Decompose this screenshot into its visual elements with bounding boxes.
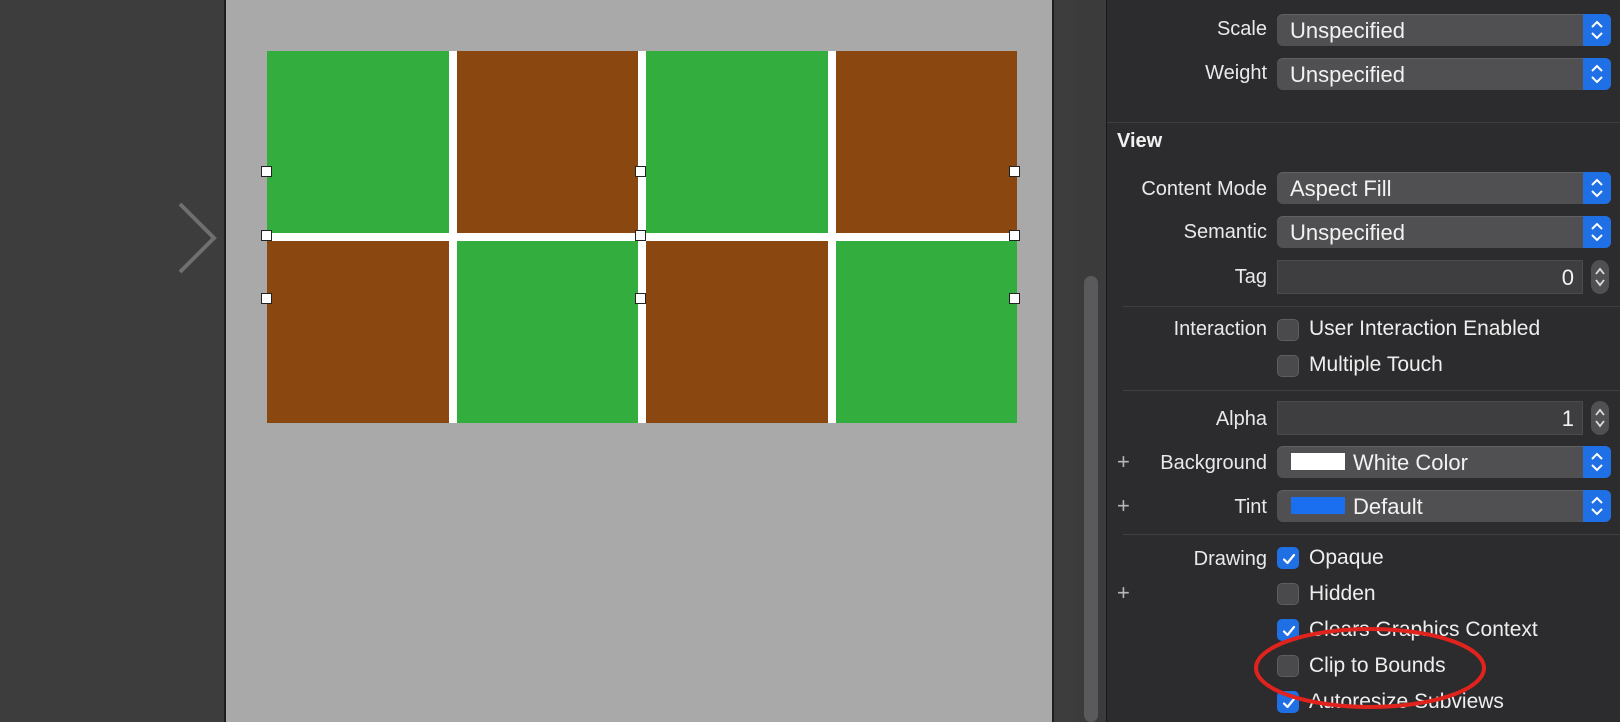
resize-handle[interactable] [261, 166, 272, 177]
section-divider [1123, 306, 1620, 307]
hidden-add-variation-button[interactable]: + [1117, 580, 1130, 606]
section-divider [1107, 122, 1620, 123]
scale-value: Unspecified [1290, 18, 1405, 43]
alpha-stepper[interactable] [1591, 401, 1609, 435]
autoresize-subviews-checkbox[interactable] [1277, 691, 1299, 713]
section-divider [1123, 534, 1620, 535]
resize-handle[interactable] [1009, 230, 1020, 241]
content-mode-value: Aspect Fill [1290, 176, 1392, 201]
user-interaction-label: User Interaction Enabled [1309, 317, 1541, 340]
resize-handle[interactable] [635, 166, 646, 177]
alpha-value: 1 [1561, 406, 1574, 431]
multiple-touch-checkbox[interactable] [1277, 355, 1299, 377]
stepper-arrows-icon [1595, 267, 1605, 287]
tint-color-swatch [1291, 497, 1345, 514]
semantic-label: Semantic [1183, 221, 1267, 243]
chevron-up-down-icon [1583, 446, 1611, 478]
user-interaction-checkbox[interactable] [1277, 319, 1299, 341]
scale-label: Scale [1216, 18, 1267, 40]
opaque-label: Opaque [1309, 546, 1384, 569]
clears-graphics-context-label: Clears Graphics Context [1309, 618, 1538, 641]
initial-view-controller-arrow-icon [20, 202, 217, 274]
autoresize-subviews-label: Autoresize Subviews [1309, 690, 1504, 713]
content-mode-popup[interactable]: Aspect Fill [1277, 172, 1611, 204]
tint-label: Tint [1234, 496, 1267, 518]
chevron-up-down-icon [1583, 490, 1611, 522]
resize-handle[interactable] [261, 293, 272, 304]
tag-field[interactable]: 0 [1277, 260, 1583, 294]
tag-label: Tag [1234, 266, 1267, 288]
tile-green [646, 51, 828, 233]
stepper-arrows-icon [1595, 408, 1605, 428]
alpha-field[interactable]: 1 [1277, 401, 1583, 435]
resize-handle[interactable] [635, 293, 646, 304]
tint-color-popup[interactable]: Default [1277, 490, 1611, 522]
scrollbar-thumb[interactable] [1084, 276, 1098, 722]
opaque-checkbox[interactable] [1277, 547, 1299, 569]
hidden-label: Hidden [1309, 582, 1376, 605]
multiple-touch-label: Multiple Touch [1309, 353, 1443, 376]
tile-green [456, 241, 638, 423]
resize-handle[interactable] [1009, 166, 1020, 177]
resize-handle[interactable] [1009, 293, 1020, 304]
tint-color-value: Default [1353, 494, 1423, 519]
resize-handle[interactable] [261, 230, 272, 241]
checkmark-icon [1282, 553, 1296, 565]
checkmark-icon [1282, 697, 1296, 709]
semantic-popup[interactable]: Unspecified [1277, 216, 1611, 248]
alpha-label: Alpha [1215, 408, 1267, 430]
resize-handle[interactable] [635, 230, 646, 241]
background-label: Background [1160, 452, 1267, 474]
chevron-up-down-icon [1583, 58, 1611, 90]
weight-popup[interactable]: Unspecified [1277, 58, 1611, 90]
background-color-swatch [1291, 453, 1345, 470]
drawing-label: Drawing [1193, 548, 1267, 570]
scale-popup[interactable]: Unspecified [1277, 14, 1611, 46]
clip-to-bounds-label: Clip to Bounds [1309, 654, 1446, 677]
section-divider [1123, 390, 1620, 391]
weight-label: Weight [1205, 62, 1267, 84]
storyboard-canvas[interactable] [0, 0, 1106, 722]
semantic-value: Unspecified [1290, 220, 1405, 245]
hidden-checkbox[interactable] [1277, 583, 1299, 605]
content-mode-label: Content Mode [1141, 178, 1267, 200]
tile-grid-view[interactable] [261, 51, 1020, 423]
interaction-label: Interaction [1173, 318, 1267, 340]
tag-stepper[interactable] [1591, 260, 1609, 294]
tile-brown [835, 51, 1017, 233]
tag-value: 0 [1561, 265, 1574, 290]
view-section-title: View [1117, 130, 1163, 152]
chevron-up-down-icon [1583, 216, 1611, 248]
background-color-value: White Color [1353, 450, 1468, 475]
tile-green [835, 241, 1017, 423]
checkmark-icon [1282, 625, 1296, 637]
weight-value: Unspecified [1290, 62, 1405, 87]
background-color-popup[interactable]: White Color [1277, 446, 1611, 478]
tile-brown [646, 241, 828, 423]
clip-to-bounds-checkbox[interactable] [1277, 655, 1299, 677]
chevron-up-down-icon [1583, 172, 1611, 204]
tile-brown [267, 241, 449, 423]
tile-green [267, 51, 449, 233]
attributes-inspector: Scale Unspecified Weight Unspecified Vie… [1106, 0, 1620, 722]
tile-brown [456, 51, 638, 233]
clears-graphics-context-checkbox[interactable] [1277, 619, 1299, 641]
chevron-up-down-icon [1583, 14, 1611, 46]
canvas-scrollbar[interactable] [1076, 0, 1106, 722]
scene-view[interactable] [224, 0, 1054, 722]
